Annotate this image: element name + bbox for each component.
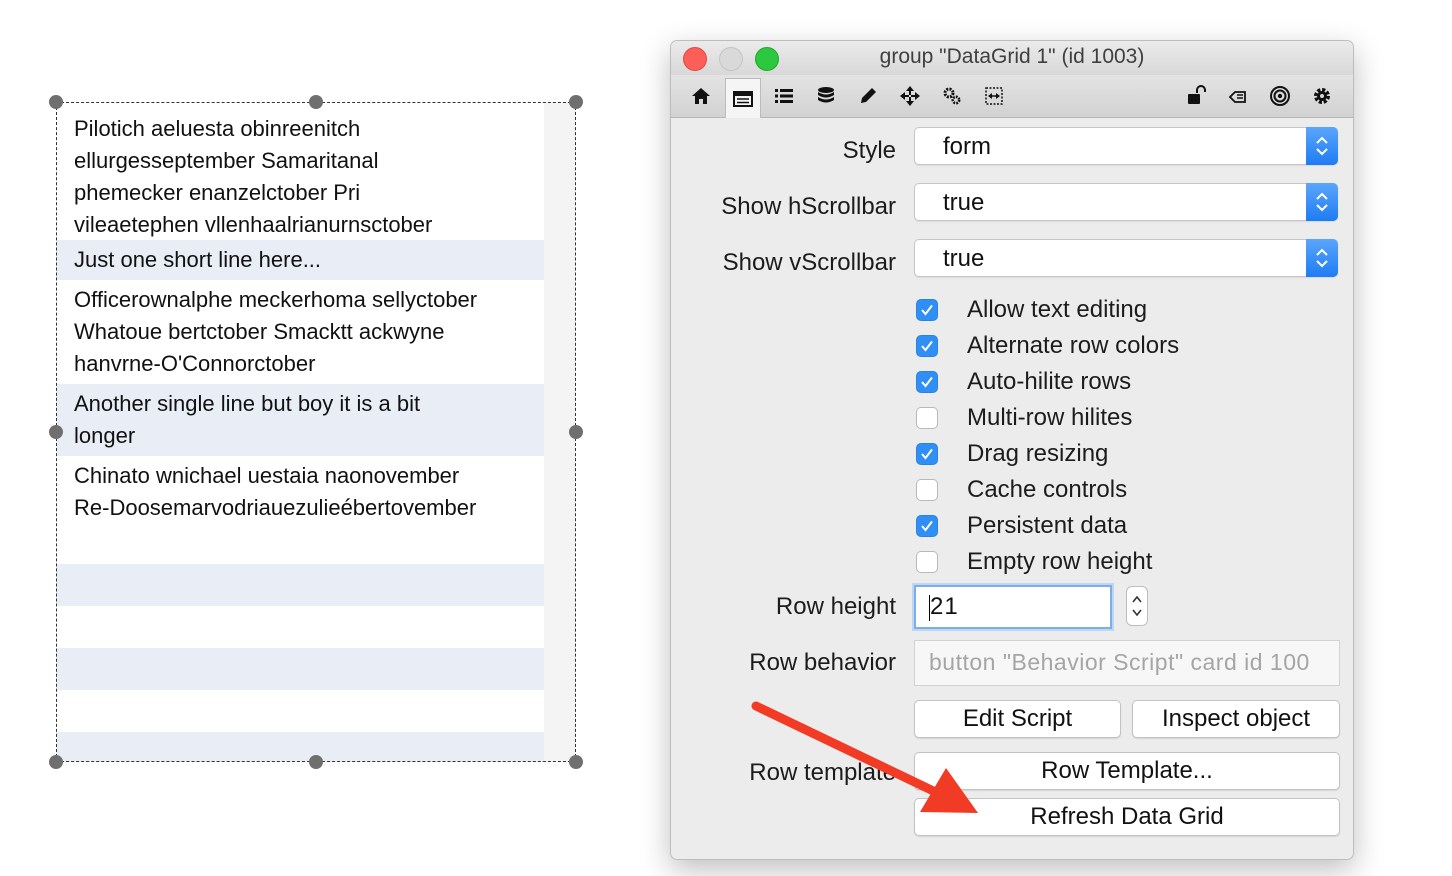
lock-icon[interactable] [1179, 79, 1213, 113]
style-label: Style [842, 137, 896, 164]
checkmark-icon [921, 376, 933, 388]
gear-icon[interactable] [1305, 79, 1339, 113]
checkbox-unchecked[interactable] [916, 407, 938, 429]
property-inspector-window: group "DataGrid 1" (id 1003) Style form … [670, 40, 1354, 860]
hscrollbar-value: true [943, 189, 985, 216]
window-title: group "DataGrid 1" (id 1003) [879, 45, 1145, 68]
gears-icon[interactable] [935, 79, 969, 113]
checkbox-label: Drag resizing [967, 440, 1109, 467]
inspect-object-button[interactable]: Inspect object [1132, 700, 1340, 738]
data-grid[interactable]: Pilotich aeluesta obinreenitch ellurgess… [56, 102, 544, 762]
checkmark-icon [921, 340, 933, 352]
grid-row[interactable]: Pilotich aeluesta obinreenitch ellurgess… [56, 102, 544, 240]
move-icon[interactable] [893, 79, 927, 113]
row-behavior-field: button "Behavior Script" card id 100 [914, 640, 1340, 686]
edit-script-button[interactable]: Edit Script [914, 700, 1121, 738]
checkbox-label: Allow text editing [967, 296, 1148, 323]
empty-grid-row [56, 648, 544, 690]
checkbox-checked[interactable] [916, 299, 938, 321]
row-behavior-value: button "Behavior Script" card id 100 [929, 649, 1310, 675]
table-icon[interactable] [725, 78, 761, 118]
row-height-label: Row height [775, 593, 896, 620]
row-height-field[interactable]: 21 [914, 585, 1112, 629]
vscrollbar-value: true [943, 245, 985, 272]
database-icon[interactable] [809, 79, 843, 113]
chevron-up-down-icon [1306, 183, 1338, 221]
checkbox-checked[interactable] [916, 515, 938, 537]
resize-handle-bottom[interactable] [309, 755, 323, 769]
checkbox-row[interactable]: Alternate row colors [916, 331, 1179, 361]
checkbox-label: Empty row height [967, 548, 1153, 575]
checkbox-unchecked[interactable] [916, 551, 938, 573]
checkbox-checked[interactable] [916, 335, 938, 357]
empty-grid-row [56, 606, 544, 648]
resize-handle-bottom-left[interactable] [49, 755, 63, 769]
checkbox-row[interactable]: Persistent data [916, 511, 1127, 541]
checkmark-icon [921, 520, 933, 532]
resize-icon[interactable] [977, 79, 1011, 113]
checkmark-icon [921, 304, 933, 316]
vscrollbar-select[interactable]: true [914, 239, 1338, 277]
hscrollbar-label: Show hScrollbar [721, 193, 896, 220]
checkbox-label: Multi-row hilites [967, 404, 1133, 431]
pencil-icon[interactable] [851, 79, 885, 113]
row-height-stepper[interactable] [1126, 586, 1148, 626]
checkbox-label: Persistent data [967, 512, 1128, 539]
resize-handle-left[interactable] [49, 425, 63, 439]
row-template-button[interactable]: Row Template... [914, 752, 1340, 790]
data-grid-selection[interactable]: Pilotich aeluesta obinreenitch ellurgess… [56, 102, 576, 762]
style-value: form [943, 133, 991, 160]
resize-handle-bottom-right[interactable] [569, 755, 583, 769]
row-height-value: 21 [930, 593, 959, 620]
checkbox-checked[interactable] [916, 443, 938, 465]
grid-row[interactable]: Another single line but boy it is a bit … [56, 384, 544, 456]
checkbox-label: Cache controls [967, 476, 1128, 503]
resize-handle-top-right[interactable] [569, 95, 583, 109]
empty-grid-row [56, 732, 544, 762]
row-template-label: Row template [749, 759, 896, 786]
grid-row[interactable]: Just one short line here... [56, 240, 544, 280]
checkmark-icon [921, 448, 933, 460]
list-icon[interactable] [767, 79, 801, 113]
refresh-data-grid-button[interactable]: Refresh Data Grid [914, 798, 1340, 836]
style-select[interactable]: form [914, 127, 1338, 165]
resize-handle-top-left[interactable] [49, 95, 63, 109]
hscrollbar-select[interactable]: true [914, 183, 1338, 221]
grid-row[interactable]: Chinato wnichael uestaia naonovember Re-… [56, 456, 544, 564]
chevron-up-down-icon [1306, 239, 1338, 277]
resize-handle-top[interactable] [309, 95, 323, 109]
empty-grid-row [56, 690, 544, 732]
target-icon[interactable] [1263, 79, 1297, 113]
chevron-up-down-icon [1306, 127, 1338, 165]
checkbox-row[interactable]: Empty row height [916, 547, 1152, 577]
row-behavior-label: Row behavior [749, 649, 896, 676]
checkbox-row[interactable]: Allow text editing [916, 295, 1147, 325]
home-icon[interactable] [684, 79, 718, 113]
checkbox-label: Alternate row colors [967, 332, 1180, 359]
checkbox-checked[interactable] [916, 371, 938, 393]
checkbox-row[interactable]: Drag resizing [916, 439, 1108, 469]
inspector-toolbar [671, 75, 1353, 118]
message-icon[interactable] [1221, 79, 1255, 113]
vscrollbar-label: Show vScrollbar [722, 249, 896, 276]
resize-handle-right[interactable] [569, 425, 583, 439]
checkbox-row[interactable]: Auto-hilite rows [916, 367, 1131, 397]
checkbox-row[interactable]: Multi-row hilites [916, 403, 1132, 433]
checkbox-label: Auto-hilite rows [967, 368, 1132, 395]
checkbox-row[interactable]: Cache controls [916, 475, 1127, 505]
empty-grid-row [56, 564, 544, 606]
title-bar[interactable]: group "DataGrid 1" (id 1003) [671, 41, 1353, 75]
checkbox-unchecked[interactable] [916, 479, 938, 501]
grid-row[interactable]: Officerownalphe meckerhoma sellyctober W… [56, 280, 544, 384]
